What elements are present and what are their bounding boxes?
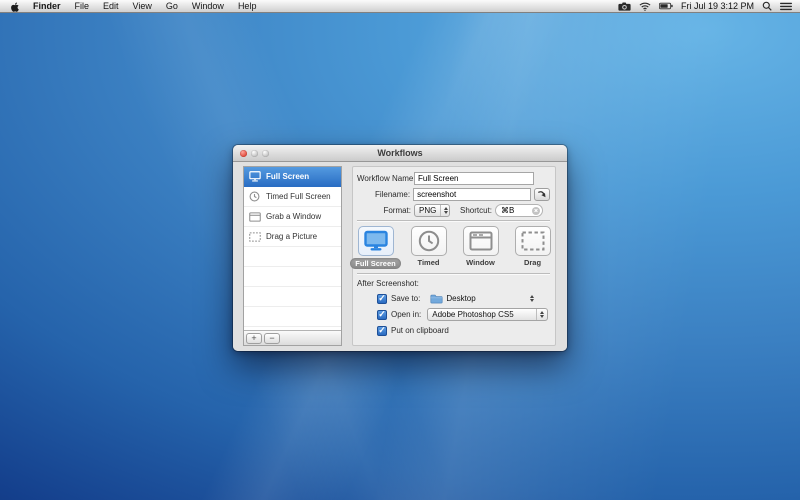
type-button-drag[interactable]: Drag — [515, 226, 551, 269]
save-to-label: Save to: — [391, 294, 420, 303]
camera-icon[interactable] — [618, 2, 631, 11]
window-content: Full Screen Timed Full Screen Grab a Win… — [233, 162, 567, 351]
stepper-icon — [440, 205, 451, 216]
menu-status-area: Fri Jul 19 3:12 PM — [618, 1, 792, 11]
clipboard-checkbox[interactable] — [377, 326, 387, 336]
sidebar-item-label: Timed Full Screen — [266, 192, 331, 201]
sidebar-empty-row — [244, 267, 341, 287]
workflow-list-rows: Full Screen Timed Full Screen Grab a Win… — [244, 167, 341, 330]
window-icon — [248, 211, 261, 222]
clock-icon — [248, 191, 261, 202]
window-icon — [463, 226, 499, 256]
open-in-popup[interactable]: Adobe Photoshop CS5 — [427, 308, 548, 321]
menu-item-file[interactable]: File — [68, 0, 97, 12]
shortcut-label: Shortcut: — [460, 206, 492, 215]
workflow-name-input[interactable] — [414, 172, 534, 185]
spotlight-search-icon[interactable] — [762, 1, 772, 11]
menu-item-go[interactable]: Go — [159, 0, 185, 12]
stepper-icon — [536, 309, 547, 320]
add-workflow-button[interactable]: + — [246, 333, 262, 344]
type-button-timed[interactable]: Timed — [411, 226, 447, 269]
type-button-label: Timed — [418, 258, 440, 267]
sidebar-item-label: Grab a Window — [266, 212, 321, 221]
stepper-icon[interactable] — [530, 292, 534, 305]
save-to-popup[interactable]: Desktop — [430, 294, 475, 304]
traffic-lights — [240, 150, 269, 157]
save-to-value: Desktop — [446, 294, 475, 303]
type-button-label: Window — [466, 258, 495, 267]
workflows-window: Workflows Full Screen Timed Full Screen — [233, 145, 567, 351]
apple-menu[interactable] — [8, 1, 26, 12]
filename-token-button[interactable] — [534, 188, 550, 201]
open-in-checkbox[interactable] — [377, 310, 387, 320]
menu-item-finder[interactable]: Finder — [26, 0, 68, 12]
filename-label: Filename: — [357, 190, 410, 199]
menu-item-help[interactable]: Help — [231, 0, 264, 12]
capture-type-buttons: Full Screen Timed Window — [357, 226, 550, 269]
display-icon — [248, 171, 261, 182]
workflow-list: Full Screen Timed Full Screen Grab a Win… — [243, 166, 342, 346]
save-to-checkbox[interactable] — [377, 294, 387, 304]
menu-bar: Finder File Edit View Go Window Help Fri… — [0, 0, 800, 13]
minimize-button[interactable] — [251, 150, 258, 157]
sidebar-item-timed-full-screen[interactable]: Timed Full Screen — [244, 187, 341, 207]
menu-item-view[interactable]: View — [126, 0, 159, 12]
apple-icon — [10, 1, 20, 12]
clipboard-label: Put on clipboard — [391, 326, 449, 335]
sidebar-empty-row — [244, 307, 341, 327]
format-label: Format: — [357, 206, 411, 215]
zoom-button[interactable] — [262, 150, 269, 157]
open-in-label: Open in: — [391, 310, 421, 319]
open-in-row: Open in: Adobe Photoshop CS5 — [377, 308, 548, 321]
folder-icon — [430, 294, 443, 304]
window-titlebar[interactable]: Workflows — [233, 145, 567, 162]
sidebar-footer: + − — [244, 330, 341, 345]
separator — [357, 220, 550, 222]
window-title: Workflows — [377, 148, 422, 158]
open-in-value: Adobe Photoshop CS5 — [432, 310, 513, 319]
sidebar-item-drag-a-picture[interactable]: Drag a Picture — [244, 227, 341, 247]
save-to-row: Save to: Desktop — [377, 292, 548, 305]
sidebar-item-full-screen[interactable]: Full Screen — [244, 167, 341, 187]
format-value: PNG — [419, 206, 436, 215]
type-button-full-screen[interactable]: Full Screen — [357, 226, 395, 269]
menu-clock[interactable]: Fri Jul 19 3:12 PM — [681, 1, 754, 11]
token-arrow-icon — [537, 190, 547, 199]
filename-row: Filename: — [357, 188, 550, 201]
sidebar-item-grab-a-window[interactable]: Grab a Window — [244, 207, 341, 227]
clear-icon[interactable] — [532, 207, 540, 215]
menu-list-icon[interactable] — [780, 2, 792, 11]
dashed-rect-icon — [248, 231, 261, 242]
workflow-detail-pane: Workflow Name: Filename: Format: PNG S — [352, 166, 556, 346]
workflow-name-row: Workflow Name: — [357, 172, 550, 185]
filename-input[interactable] — [413, 188, 531, 201]
sidebar-item-label: Drag a Picture — [266, 232, 317, 241]
workflow-name-label: Workflow Name: — [357, 174, 411, 183]
format-popup[interactable]: PNG — [414, 204, 450, 217]
close-button[interactable] — [240, 150, 247, 157]
type-button-window[interactable]: Window — [463, 226, 499, 269]
shortcut-value: ⌘B — [501, 206, 514, 215]
display-icon — [358, 226, 394, 256]
menu-item-edit[interactable]: Edit — [96, 0, 126, 12]
after-screenshot-heading: After Screenshot: — [357, 279, 550, 288]
shortcut-field[interactable]: ⌘B — [495, 204, 543, 217]
sidebar-empty-row — [244, 247, 341, 267]
battery-icon[interactable] — [659, 2, 673, 10]
separator — [357, 273, 550, 275]
format-row: Format: PNG Shortcut: ⌘B — [357, 204, 550, 217]
dashed-rect-icon — [515, 226, 551, 256]
sidebar-empty-row — [244, 287, 341, 307]
clipboard-row: Put on clipboard — [377, 324, 548, 337]
wifi-icon[interactable] — [639, 2, 651, 11]
type-button-label: Full Screen — [350, 258, 400, 269]
menu-item-window[interactable]: Window — [185, 0, 231, 12]
type-button-label: Drag — [524, 258, 541, 267]
sidebar-item-label: Full Screen — [266, 172, 309, 181]
clock-icon — [411, 226, 447, 256]
remove-workflow-button[interactable]: − — [264, 333, 280, 344]
